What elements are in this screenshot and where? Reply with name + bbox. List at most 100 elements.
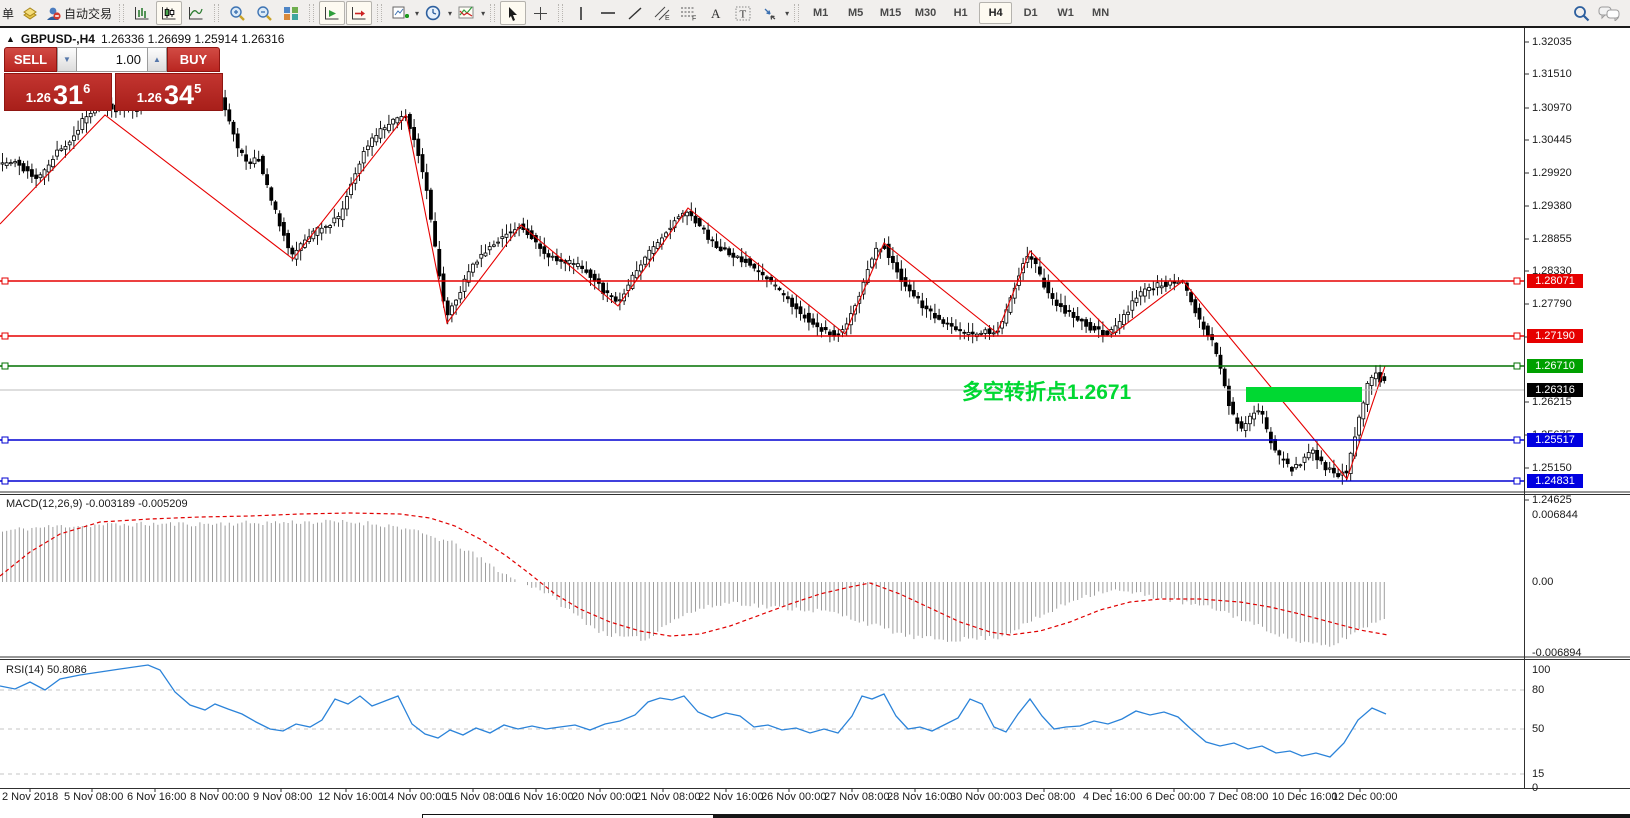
zoom-out-icon[interactable]: [251, 1, 277, 25]
crosshair-icon[interactable]: [527, 1, 553, 25]
sell-price-button[interactable]: 1.26 31 6: [4, 73, 112, 111]
price-badge-1.25517: 1.25517: [1527, 433, 1583, 447]
price-tick-label: 1.28855: [1532, 233, 1572, 245]
horizontal-line-tool-icon[interactable]: [595, 1, 621, 25]
volume-up-button[interactable]: ▲: [147, 47, 167, 72]
hline-handle[interactable]: [1514, 478, 1520, 484]
candle: [476, 260, 479, 268]
new-chart-caret[interactable]: ▾: [415, 9, 419, 18]
candle: [1324, 460, 1327, 476]
candle: [1198, 303, 1201, 328]
candle: [925, 298, 928, 318]
candle: [1282, 451, 1285, 467]
candle: [492, 241, 495, 248]
chat-icon[interactable]: [1598, 5, 1620, 21]
time-axis-label: 15 Nov 08:00: [445, 791, 510, 803]
chart-shift-icon[interactable]: [346, 1, 372, 25]
new-order-icon[interactable]: [17, 1, 43, 25]
candle: [954, 319, 957, 331]
candle: [1148, 284, 1151, 299]
candle: [1236, 413, 1239, 431]
hline-handle[interactable]: [2, 478, 8, 484]
chart-bars-icon[interactable]: [129, 1, 155, 25]
time-axis-label: 16 Nov 16:00: [508, 791, 573, 803]
new-chart-icon[interactable]: [387, 1, 413, 25]
chart-line-icon[interactable]: [183, 1, 209, 25]
tab-timeframe-MN[interactable]: MN: [1084, 2, 1117, 24]
candle: [702, 225, 705, 234]
tab-timeframe-D1[interactable]: D1: [1014, 2, 1047, 24]
time-axis-label: 8 Nov 00:00: [190, 791, 249, 803]
candle: [81, 113, 84, 133]
chart-candles-icon[interactable]: [156, 1, 182, 25]
tab-timeframe-M30[interactable]: M30: [909, 2, 942, 24]
new-order-label[interactable]: 单: [0, 5, 16, 22]
candle: [1206, 323, 1209, 340]
fibonacci-tool-icon[interactable]: F: [676, 1, 702, 25]
rsi-scale-label: 50: [1532, 723, 1544, 735]
hline-handle[interactable]: [1514, 278, 1520, 284]
turning-point-rectangle[interactable]: [1246, 387, 1362, 402]
candle: [497, 237, 500, 247]
autotrading-button[interactable]: 自动交易: [44, 5, 114, 22]
tab-timeframe-M1[interactable]: M1: [804, 2, 837, 24]
sell-button[interactable]: SELL: [4, 47, 57, 72]
candle: [417, 133, 420, 163]
time-axis-label: 3 Dec 08:00: [1016, 791, 1075, 803]
indicators-caret[interactable]: ▾: [481, 9, 485, 18]
time-axis-label: 12 Dec 00:00: [1332, 791, 1397, 803]
volume-down-button[interactable]: ▼: [57, 47, 77, 72]
channel-tool-icon[interactable]: E: [649, 1, 675, 25]
chart-canvas[interactable]: 多空转折点1.2671: [0, 28, 1630, 818]
candle: [539, 236, 542, 257]
search-icon[interactable]: [1573, 5, 1590, 22]
zigzag-line[interactable]: [0, 115, 1385, 479]
trendline-tool-icon[interactable]: [622, 1, 648, 25]
buy-price-prefix: 1.26: [137, 90, 162, 105]
tab-timeframe-M15[interactable]: M15: [874, 2, 907, 24]
price-badge-1.26316: 1.26316: [1527, 383, 1583, 397]
hline-handle[interactable]: [1514, 437, 1520, 443]
arrows-tool-icon[interactable]: [757, 1, 783, 25]
candle: [375, 128, 378, 145]
cursor-icon[interactable]: [500, 1, 526, 25]
toolbar-grip: [377, 4, 382, 22]
candle: [719, 239, 722, 252]
volume-input[interactable]: [77, 47, 147, 72]
auto-scroll-icon[interactable]: [319, 1, 345, 25]
candle: [1240, 416, 1243, 431]
candle: [534, 233, 537, 249]
vertical-line-tool-icon[interactable]: [568, 1, 594, 25]
hline-handle[interactable]: [2, 333, 8, 339]
tile-windows-icon[interactable]: [278, 1, 304, 25]
text-tool-icon[interactable]: A: [703, 1, 729, 25]
candle: [341, 201, 344, 227]
hline-handle[interactable]: [2, 363, 8, 369]
buy-button[interactable]: BUY: [167, 47, 220, 72]
periods-caret[interactable]: ▾: [448, 9, 452, 18]
periods-clock-icon[interactable]: [420, 1, 446, 25]
hline-handle[interactable]: [1514, 333, 1520, 339]
zoom-in-icon[interactable]: [224, 1, 250, 25]
arrows-caret[interactable]: ▾: [785, 9, 789, 18]
indicators-icon[interactable]: [453, 1, 479, 25]
time-axis-label: 2 Nov 2018: [2, 791, 58, 803]
buy-price-button[interactable]: 1.26 34 5: [115, 73, 223, 111]
hline-handle[interactable]: [1514, 363, 1520, 369]
hline-handle[interactable]: [2, 278, 8, 284]
tab-timeframe-M5[interactable]: M5: [839, 2, 872, 24]
candle: [1047, 274, 1050, 298]
text-label-tool-icon[interactable]: T: [730, 1, 756, 25]
tab-timeframe-H4[interactable]: H4: [979, 2, 1012, 24]
candle: [1064, 296, 1067, 317]
tab-timeframe-W1[interactable]: W1: [1049, 2, 1082, 24]
svg-text:E: E: [665, 15, 670, 21]
candle: [1097, 319, 1100, 338]
price-tick-label: 1.27790: [1532, 298, 1572, 310]
collapse-panel-icon[interactable]: ▲: [6, 34, 15, 44]
candle: [585, 261, 588, 274]
candle: [438, 241, 441, 279]
turning-point-annotation[interactable]: 多空转折点1.2671: [962, 380, 1132, 404]
tab-timeframe-H1[interactable]: H1: [944, 2, 977, 24]
hline-handle[interactable]: [2, 437, 8, 443]
